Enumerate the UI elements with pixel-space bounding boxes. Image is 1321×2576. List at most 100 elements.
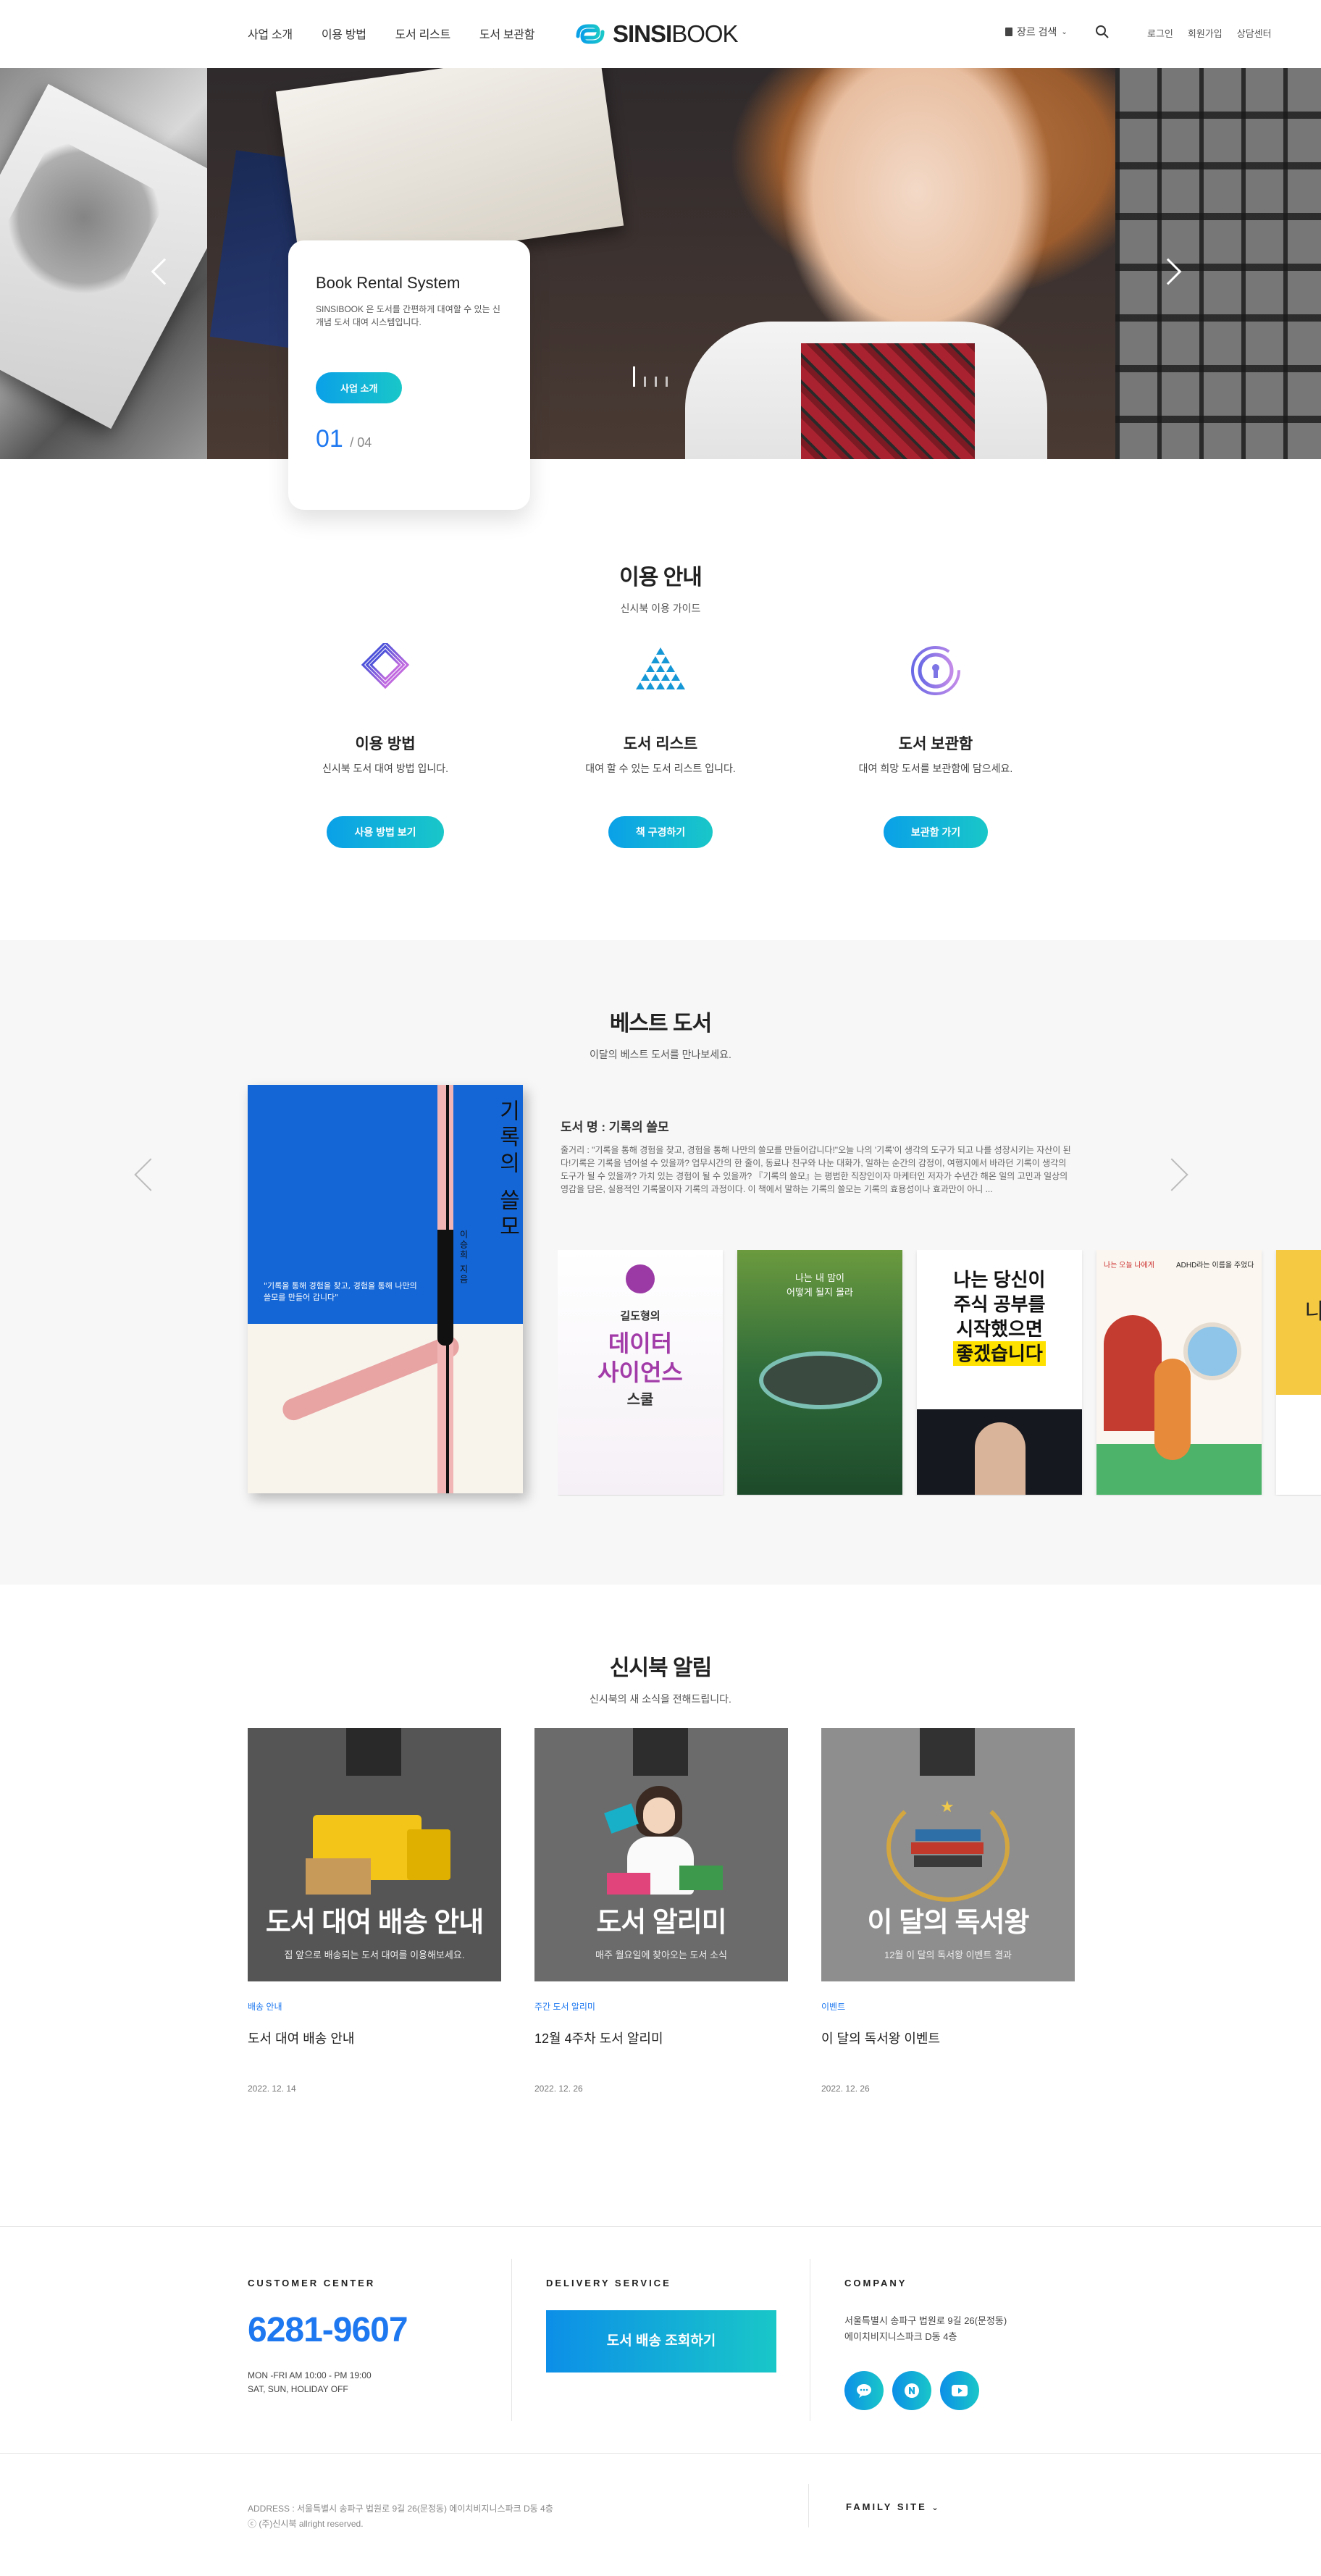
hero-slide-next-image bbox=[1115, 68, 1321, 459]
support-link[interactable]: 상담센터 bbox=[1237, 26, 1272, 40]
divider bbox=[511, 2259, 512, 2421]
featured-book-cover[interactable]: 기록의 쓸모 이승희 지음 "기록을 통해 경험을 찾고, 경험을 통해 나만의… bbox=[248, 1085, 523, 1493]
guide-item-desc: 대여 할 수 있는 도서 리스트 입니다. bbox=[585, 763, 736, 774]
genre-search-label: 장르 검색 bbox=[1017, 26, 1057, 38]
usage-guide-button[interactable]: 사용 방법 보기 bbox=[327, 816, 444, 848]
best-title: 베스트 도서 bbox=[609, 1012, 712, 1036]
notice-card-headline: 도서 알리미 bbox=[596, 1908, 726, 1938]
notice-date: 2022. 12. 14 bbox=[248, 2084, 296, 2094]
featured-book-info: 도서 명 : 기록의 쓸모 줄거리 : "기록을 통해 경험을 찾고, 경험을 … bbox=[561, 1117, 1073, 1196]
logo-icon bbox=[576, 24, 605, 44]
member-links: 로그인 회원가입 상담센터 bbox=[1147, 26, 1272, 40]
lock-circle-icon bbox=[911, 646, 960, 695]
hero-dot[interactable] bbox=[644, 377, 646, 387]
hero-current: 01 bbox=[316, 425, 343, 453]
book-icon bbox=[1005, 28, 1012, 36]
youtube-icon[interactable] bbox=[940, 2371, 979, 2410]
book-thumbnail[interactable]: 나는 당신이 주식 공부를 시작했으면 좋겠습니다 bbox=[917, 1250, 1082, 1495]
notice-card-headline: 이 달의 독서왕 bbox=[867, 1908, 1030, 1938]
guide-subtitle: 신시북 이용 가이드 bbox=[620, 603, 701, 614]
notice-category: 이벤트 bbox=[821, 2002, 846, 2012]
blog-icon[interactable] bbox=[892, 2371, 931, 2410]
family-site-label: FAMILY SITE bbox=[846, 2501, 927, 2512]
book-thumbnail[interactable]: 나는 오늘 나에게 ADHD라는 이름을 주었다 bbox=[1096, 1250, 1262, 1495]
best-next-arrow-icon[interactable] bbox=[1155, 1158, 1188, 1191]
company-address: 서울특별시 송파구 법원로 9길 26(문정동) 에이치비지니스파크 D동 4층 bbox=[844, 2313, 1007, 2345]
best-prev-arrow-icon[interactable] bbox=[134, 1158, 167, 1191]
footer-copyright: ADDRESS : 서울특별시 송파구 법원로 9길 26(문정동) 에이치비지… bbox=[248, 2501, 553, 2532]
company-title: COMPANY bbox=[844, 2278, 907, 2288]
main-nav: 사업 소개 이용 방법 도서 리스트 도서 보관함 bbox=[248, 25, 534, 42]
sns-links bbox=[844, 2371, 1007, 2410]
thumb-line: 사이언스 bbox=[597, 1359, 683, 1385]
footer-info: CUSTOMER CENTER 6281-9607 MON -FRI AM 10… bbox=[0, 2226, 1321, 2454]
notice-card-image: 도서 알리미 매주 월요일에 찾아오는 도서 소식 bbox=[534, 1728, 788, 1981]
about-button[interactable]: 사업 소개 bbox=[316, 372, 403, 403]
notice-category: 주간 도서 알리미 bbox=[534, 2002, 595, 2012]
hero-counter: 01 / 04 bbox=[316, 425, 503, 453]
guide-title: 이용 안내 bbox=[619, 566, 703, 590]
notice-date: 2022. 12. 26 bbox=[534, 2084, 583, 2094]
notice-card-subline: 매주 월요일에 찾아오는 도서 소식 bbox=[595, 1950, 727, 1960]
genre-search-dropdown[interactable]: 장르 검색 ⌄ bbox=[1005, 25, 1068, 39]
guide-item-title: 도서 보관함 bbox=[898, 736, 973, 752]
chevron-down-icon: ⌄ bbox=[1061, 28, 1068, 36]
notice-card-title[interactable]: 이 달의 독서왕 이벤트 bbox=[821, 2029, 1075, 2047]
book-thumbnail[interactable]: 나는 내 맘이 어떻게 될지 몰라 bbox=[737, 1250, 902, 1495]
customer-center-title: CUSTOMER CENTER bbox=[248, 2278, 376, 2288]
thumb-line: 길도형의 bbox=[620, 1310, 660, 1322]
guide-item-desc: 신시북 도서 대여 방법 입니다. bbox=[322, 763, 448, 774]
notice-card[interactable]: ★ 이 달의 독서왕 12월 이 달의 독서왕 이벤트 결과 이벤트 이 달의 … bbox=[821, 1728, 1075, 2094]
talk-icon[interactable] bbox=[844, 2371, 884, 2410]
hero-dot[interactable] bbox=[655, 377, 657, 387]
footer-address: ADDRESS : 서울특별시 송파구 법원로 9길 26(문정동) 에이치비지… bbox=[248, 2504, 553, 2514]
notice-card[interactable]: 도서 대여 배송 안내 집 앞으로 배송되는 도서 대여를 이용해보세요. 배송… bbox=[248, 1728, 501, 2094]
search-icon[interactable] bbox=[1095, 25, 1110, 39]
signup-link[interactable]: 회원가입 bbox=[1188, 26, 1223, 40]
logo[interactable]: SINSIBOOK bbox=[574, 17, 739, 51]
notice-card[interactable]: 도서 알리미 매주 월요일에 찾아오는 도서 소식 주간 도서 알리미 12월 … bbox=[534, 1728, 788, 2094]
guide-item-title: 이용 방법 bbox=[355, 736, 416, 752]
family-site-dropdown[interactable]: FAMILY SITE ⌄ bbox=[846, 2501, 941, 2512]
featured-book-cover-author: 이승희 지음 bbox=[458, 1230, 469, 1285]
nav-item-how-to-use[interactable]: 이용 방법 bbox=[322, 25, 366, 42]
thumb-line: 주식 공부를 bbox=[953, 1293, 1046, 1315]
book-thumbnail[interactable]: 길도형의 데이터 사이언스 스쿨 bbox=[558, 1250, 723, 1495]
thumb-line: 스쿨 bbox=[626, 1392, 654, 1408]
delivery-service-title: DELIVERY SERVICE bbox=[546, 2278, 671, 2288]
delivery-tracking-button[interactable]: 도서 배송 조회하기 bbox=[546, 2310, 776, 2372]
best-books-section: 베스트 도서 이달의 베스트 도서를 만나보세요. 기록의 쓸모 이승희 지음 … bbox=[0, 940, 1321, 1585]
login-link[interactable]: 로그인 bbox=[1147, 26, 1173, 40]
featured-book-description: 줄거리 : "기록을 통해 경험을 찾고, 경험을 통해 나만의 쓸모를 만들어… bbox=[561, 1145, 1071, 1194]
best-subtitle: 이달의 베스트 도서를 만나보세요. bbox=[590, 1049, 731, 1060]
notice-category: 배송 안내 bbox=[248, 2002, 282, 2012]
hero-dot[interactable] bbox=[666, 377, 668, 387]
logo-icon bbox=[633, 1728, 688, 1776]
hero-total: / 04 bbox=[350, 435, 372, 450]
nav-item-bookshelf[interactable]: 도서 보관함 bbox=[479, 25, 535, 42]
best-book-thumbnails: 길도형의 데이터 사이언스 스쿨 나는 내 맘이 어떻게 될지 몰라 나는 당신… bbox=[558, 1250, 1321, 1496]
guide-item-desc: 대여 희망 도서를 보관함에 담으세요. bbox=[858, 763, 1013, 774]
bookshelf-button[interactable]: 보관함 가기 bbox=[883, 816, 989, 848]
diamond-layers-icon bbox=[361, 640, 410, 689]
hero-slide-prev-image bbox=[0, 68, 240, 459]
notice-card-headline: 도서 대여 배송 안내 bbox=[265, 1908, 484, 1938]
business-hours: MON -FRI AM 10:00 - PM 19:00 SAT, SUN, H… bbox=[248, 2369, 408, 2396]
nav-item-about[interactable]: 사업 소개 bbox=[248, 25, 293, 42]
nav-item-book-list[interactable]: 도서 리스트 bbox=[395, 25, 451, 42]
thumb-line: 나는 내 맘이 bbox=[794, 1273, 845, 1284]
copyright-text: ⓒ (주)신시북 allright reserved. bbox=[248, 2519, 364, 2529]
notice-card-title[interactable]: 12월 4주차 도서 알리미 bbox=[534, 2029, 788, 2047]
hero-title: Book Rental System bbox=[316, 274, 461, 292]
delivery-service: DELIVERY SERVICE 도서 배송 조회하기 bbox=[546, 2278, 776, 2372]
notice-card-title[interactable]: 도서 대여 배송 안내 bbox=[248, 2029, 501, 2047]
phone-number[interactable]: 6281-9607 bbox=[248, 2310, 408, 2350]
thumb-line: 시작했으면 bbox=[956, 1318, 1043, 1340]
hero-pagination bbox=[633, 366, 668, 387]
star-icon: ★ bbox=[940, 1797, 955, 1816]
hero-dot[interactable] bbox=[633, 366, 635, 387]
guide-item-usage: 이용 방법 신시북 도서 대여 방법 입니다. 사용 방법 보기 bbox=[277, 640, 494, 848]
browse-books-button[interactable]: 책 구경하기 bbox=[608, 816, 713, 848]
book-thumbnail[interactable]: 나 bbox=[1276, 1250, 1321, 1495]
address-line: 서울특별시 송파구 법원로 9길 26(문정동) bbox=[844, 2315, 1007, 2326]
